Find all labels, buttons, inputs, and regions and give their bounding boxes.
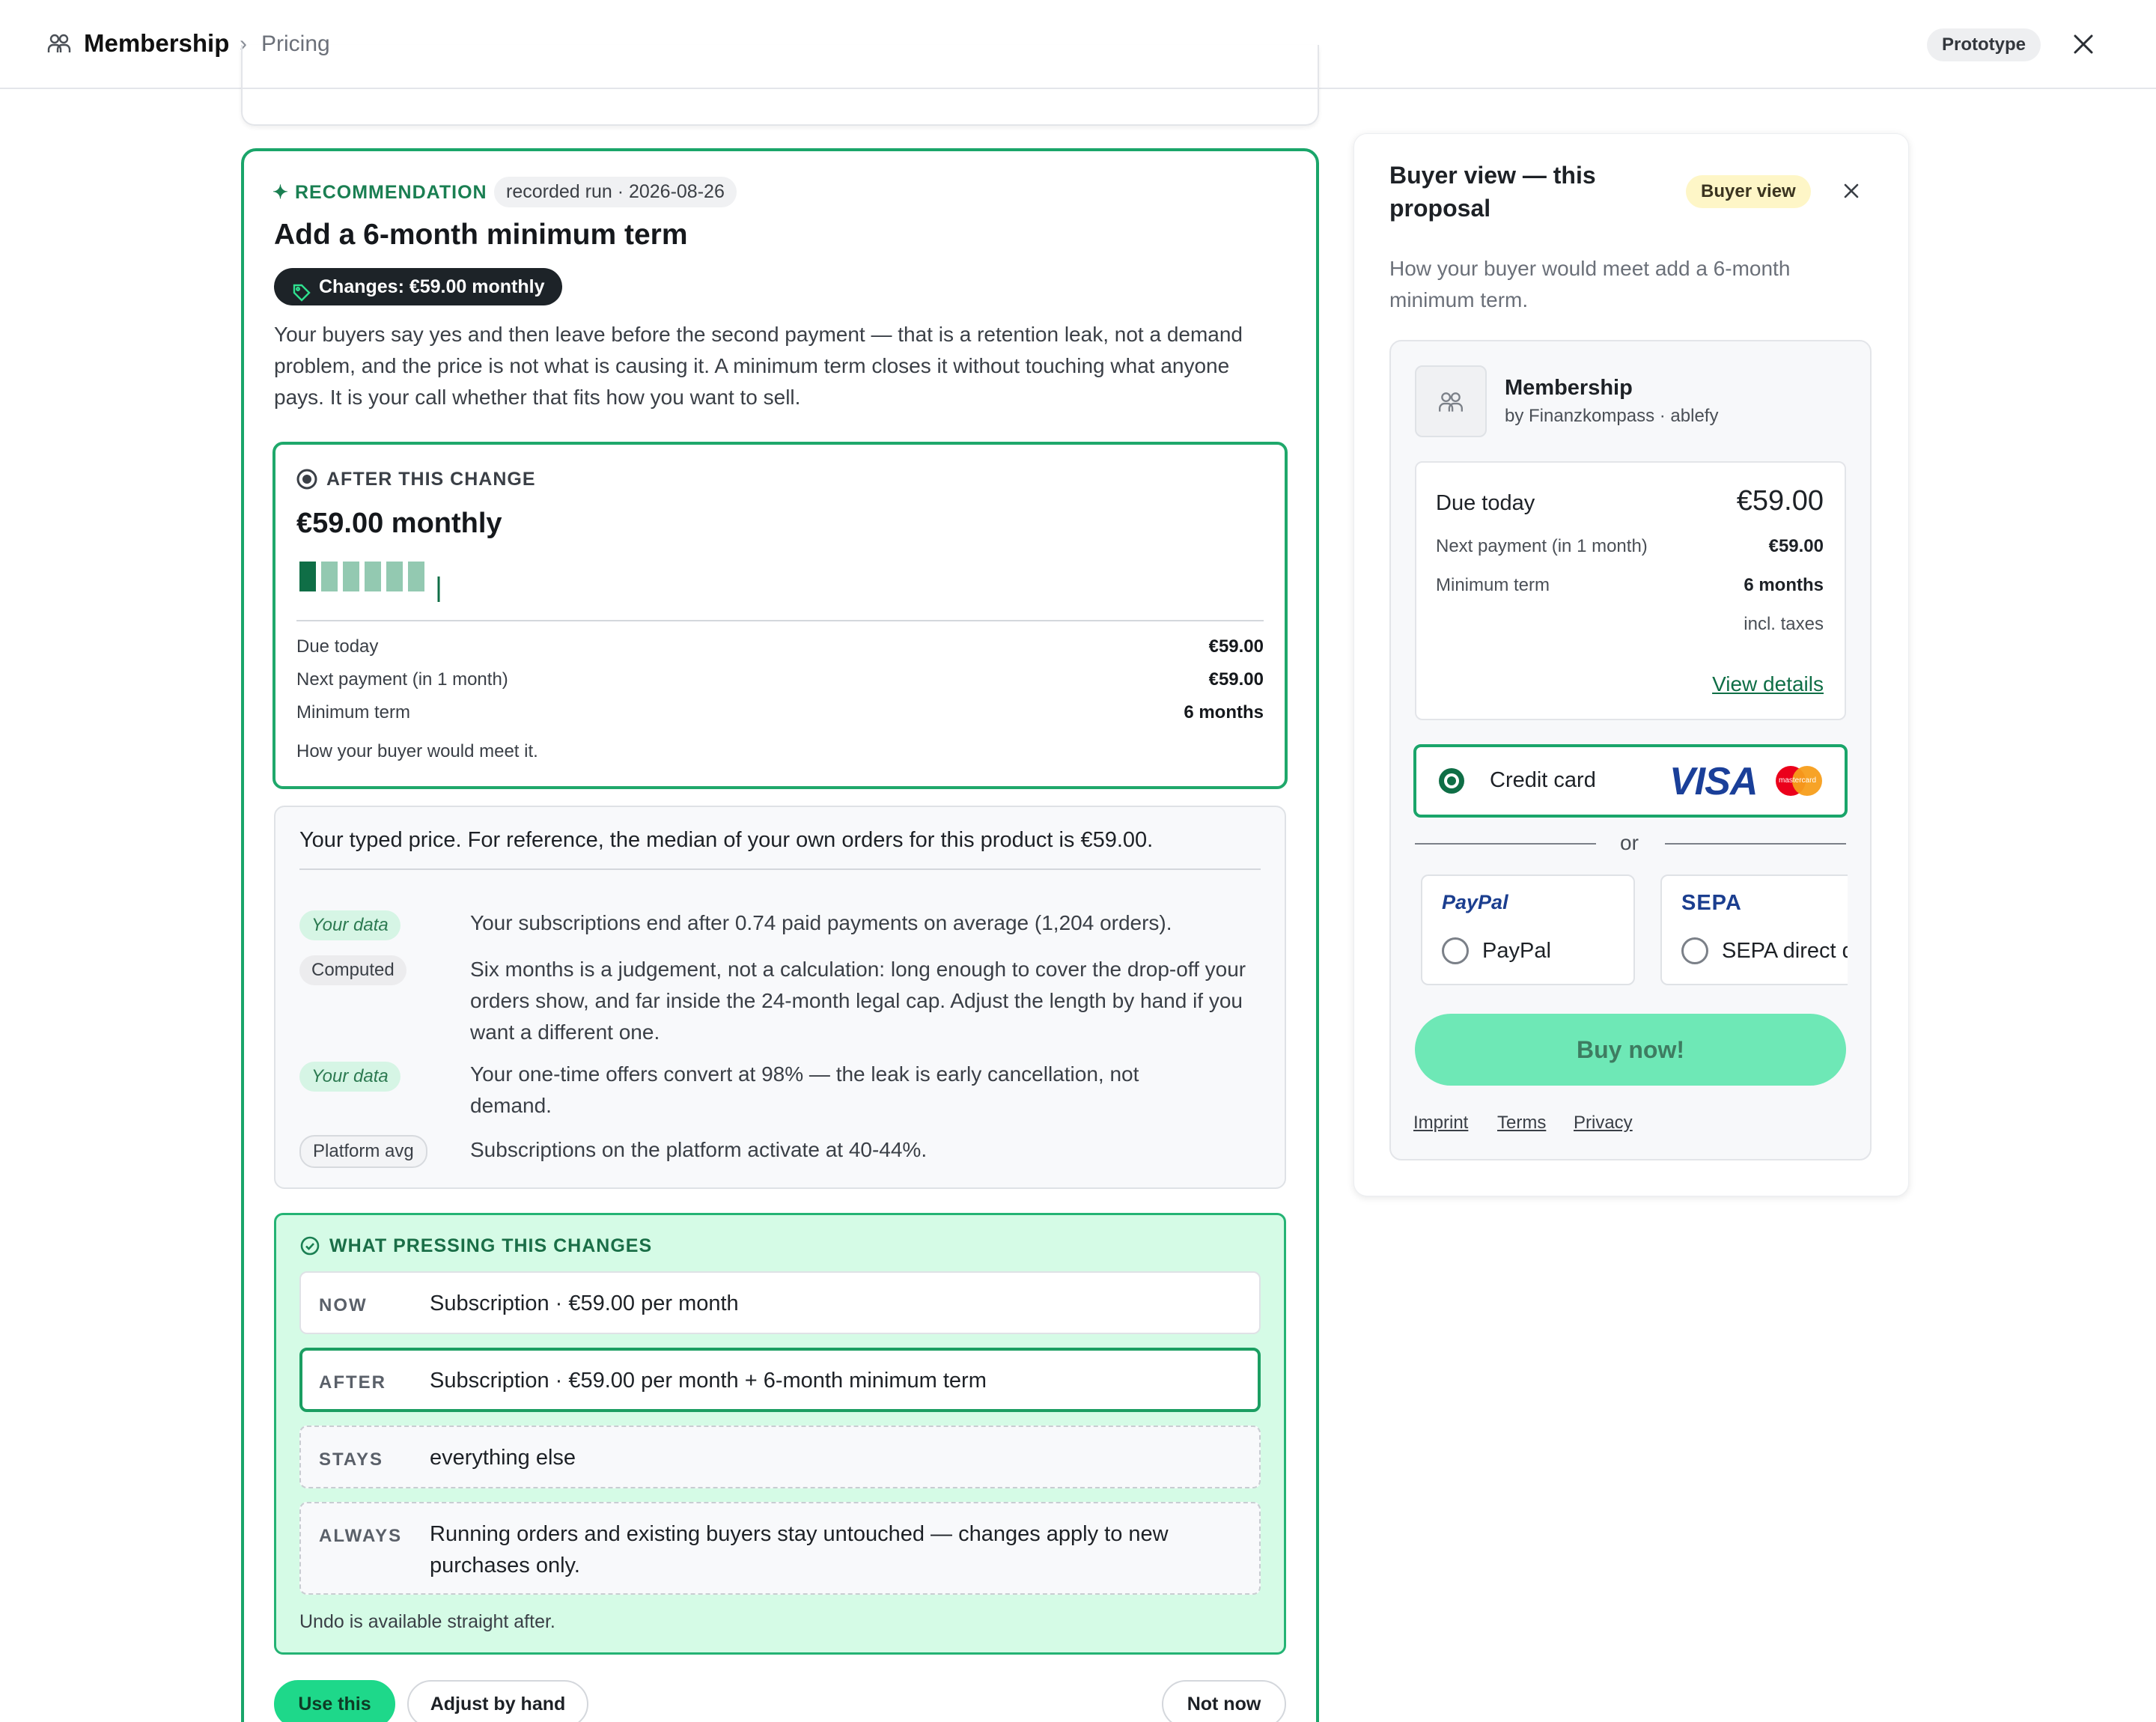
source-tag: Computed (299, 955, 406, 985)
payment-bar-due-today (299, 562, 316, 591)
imprint-link[interactable]: Imprint (1413, 1113, 1468, 1134)
after-change-box (272, 442, 1288, 789)
change-key: ALWAYS (319, 1526, 403, 1546)
or-separator: or (1620, 831, 1639, 854)
check-circle-icon (299, 1235, 320, 1256)
close-icon[interactable] (1842, 181, 1861, 201)
product-thumbnail (1415, 365, 1487, 437)
source-tag: Your data (299, 1062, 401, 1092)
minimum-term-value: 6 months (1184, 702, 1264, 722)
privacy-link[interactable]: Privacy (1574, 1113, 1633, 1134)
credit-card-label: Credit card (1490, 768, 1596, 792)
evidence-text: Your one-time offers convert at 98% — th… (470, 1062, 1139, 1117)
sepa-label: SEPA direct debit (1722, 939, 1848, 963)
change-value: Subscription · €59.00 per month + 6-mont… (430, 1369, 987, 1393)
due-today-label: Due today (296, 636, 379, 657)
change-value: Subscription · €59.00 per month (430, 1292, 739, 1315)
members-icon (1437, 389, 1464, 416)
not-now-button[interactable]: Not now (1162, 1680, 1286, 1722)
evidence-text: Your subscriptions end after 0.74 paid p… (470, 911, 1172, 934)
next-payment-label: Next payment (in 1 month) (1436, 536, 1648, 556)
adjust-by-hand-button[interactable]: Adjust by hand (407, 1680, 588, 1722)
recommendation-title: Add a 6-month minimum term (274, 219, 688, 251)
divider (1415, 843, 1596, 845)
paypal-label: PayPal (1482, 939, 1551, 963)
undo-footnote: Undo is available straight after. (299, 1611, 555, 1632)
radio-selected-icon (296, 469, 317, 490)
minimum-term-value: 6 months (1744, 575, 1824, 595)
taxes-note: incl. taxes (1744, 614, 1824, 634)
change-key: NOW (319, 1295, 368, 1315)
buyer-view-title: Buyer view — this proposal (1389, 162, 1596, 222)
payment-bars-chart (299, 562, 440, 602)
next-payment-value: €59.00 (1208, 669, 1264, 690)
evidence-intro: Your typed price. For reference, the med… (299, 828, 1154, 852)
source-tag: Your data (299, 910, 401, 940)
mastercard-text: mastercard (1779, 776, 1817, 785)
evidence-text: Six months is a judgement, not a calcula… (470, 958, 1246, 1044)
after-change-label: AFTER THIS CHANGE (326, 469, 536, 490)
after-change-footnote: How your buyer would meet it. (296, 741, 538, 761)
product-seller: by Finanzkompass · ablefy (1505, 406, 1719, 426)
mastercard-logo: mastercard (1774, 765, 1824, 797)
evidence-text: Subscriptions on the platform activate a… (470, 1138, 928, 1161)
product-name: Membership (1505, 376, 1633, 400)
recommendation-body: Your buyers say yes and then leave befor… (274, 323, 1243, 409)
changes-label: WHAT PRESSING THIS CHANGES (329, 1235, 653, 1256)
change-key: AFTER (319, 1372, 386, 1393)
next-payment-label: Next payment (in 1 month) (296, 669, 508, 690)
spark-icon: ✦ (272, 182, 289, 203)
radio-selected-icon[interactable] (1437, 767, 1466, 795)
visa-logo: VISA (1669, 760, 1758, 803)
close-icon[interactable] (2071, 31, 2096, 57)
buyer-view-subtitle: How your buyer would meet add a 6-month … (1389, 257, 1791, 311)
next-payment-value: €59.00 (1768, 536, 1824, 556)
divider (299, 868, 1261, 870)
radio-unselected-icon[interactable] (1681, 937, 1708, 964)
after-change-price: €59.00 monthly (296, 508, 502, 539)
minimum-term-label: Minimum term (296, 702, 411, 722)
recorded-run-badge: recorded run · 2026-08-26 (494, 177, 737, 207)
payment-bar (365, 562, 381, 591)
change-row-always: ALWAYS Running orders and existing buyer… (299, 1502, 1261, 1595)
view-details-link[interactable]: View details (1674, 672, 1824, 696)
payment-bar (386, 562, 403, 591)
change-row-stays: STAYS everything else (299, 1426, 1261, 1488)
tag-icon (292, 278, 311, 302)
change-row-after: AFTER Subscription · €59.00 per month + … (299, 1348, 1261, 1412)
change-value: Running orders and existing buyers stay … (430, 1522, 1169, 1578)
changes-pill-label: Changes: €59.00 monthly (319, 276, 545, 297)
due-today-label: Due today (1436, 491, 1535, 515)
sepa-logo: SEPA (1681, 891, 1742, 915)
previous-card (241, 45, 1319, 126)
changes-pill: Changes: €59.00 monthly (274, 268, 563, 305)
buyer-view-badge: Buyer view (1686, 175, 1811, 208)
buy-now-button[interactable]: Buy now! (1415, 1014, 1846, 1086)
minimum-term-label: Minimum term (1436, 575, 1550, 595)
sepa-clip: SEPA SEPA direct debit (1660, 874, 1848, 985)
use-this-button[interactable]: Use this (274, 1680, 395, 1722)
divider (1665, 843, 1846, 845)
recommendation-label: RECOMMENDATION (295, 182, 487, 203)
change-value: everything else (430, 1446, 576, 1470)
prototype-badge: Prototype (1927, 28, 2041, 61)
source-tag: Platform avg (299, 1135, 427, 1168)
divider (296, 620, 1264, 621)
due-today-value: €59.00 (1736, 485, 1824, 517)
paypal-logo: PayPal (1442, 891, 1508, 913)
payment-bar (408, 562, 424, 591)
terms-link[interactable]: Terms (1497, 1113, 1546, 1134)
due-today-value: €59.00 (1208, 636, 1264, 657)
payment-bar (343, 562, 359, 591)
change-key: STAYS (319, 1449, 384, 1470)
change-row-now: NOW Subscription · €59.00 per month (299, 1271, 1261, 1334)
radio-unselected-icon[interactable] (1442, 937, 1469, 964)
payment-bar (321, 562, 338, 591)
members-icon (46, 31, 72, 57)
breadcrumb-membership[interactable]: Membership (84, 29, 229, 58)
